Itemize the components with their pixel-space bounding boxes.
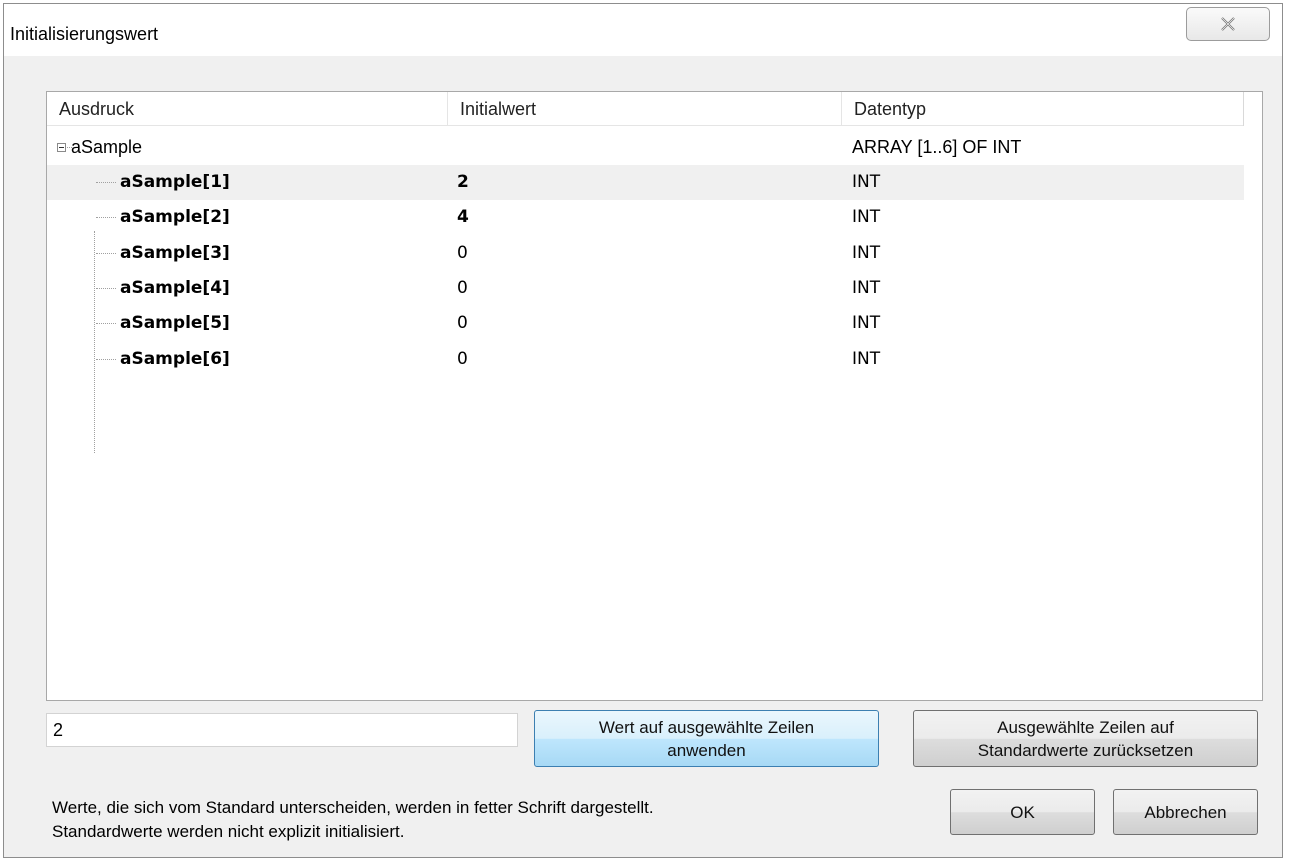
tree-connector [96, 182, 116, 183]
row-value: 0 [457, 313, 468, 333]
tree-row[interactable]: aSample[2] 4 INT [47, 200, 1244, 235]
close-button[interactable] [1186, 7, 1270, 41]
row-type: INT [852, 172, 881, 192]
cancel-button[interactable]: Abbrechen [1113, 789, 1258, 835]
tree-row-root[interactable]: aSample ARRAY [1..6] OF INT [47, 130, 1244, 165]
row-type: INT [852, 243, 881, 263]
dialog-title: Initialisierungswert [10, 24, 159, 44]
hint-line2: Standardwerte werden nicht explizit init… [52, 822, 405, 841]
reset-selected-rows-button[interactable]: Ausgewählte Zeilen auf Standardwerte zur… [913, 710, 1258, 767]
tree-header: Ausdruck Initialwert Datentyp [47, 92, 1244, 126]
column-header-expression[interactable]: Ausdruck [47, 92, 448, 126]
tree-connector [96, 288, 116, 289]
row-name: aSample [71, 137, 143, 157]
column-header-data-type[interactable]: Datentyp [842, 92, 1244, 126]
row-name: aSample[3] [120, 243, 230, 263]
apply-label-line1: Wert auf ausgewählte Zeilen [598, 717, 815, 737]
row-name: aSample[4] [120, 278, 230, 298]
reset-label-line2: Standardwerte zurücksetzen [977, 740, 1194, 760]
initial-value-tree[interactable]: Ausdruck Initialwert Datentyp aSample AR… [46, 91, 1263, 701]
tree-row[interactable]: aSample[1] 2 INT [47, 165, 1244, 200]
tree-row[interactable]: aSample[6] 0 INT [47, 342, 1244, 377]
hint-text: Werte, die sich vom Standard unterscheid… [52, 796, 654, 844]
collapse-icon[interactable] [57, 143, 66, 152]
row-name: aSample[1] [120, 172, 230, 192]
dialog-window: Initialisierungswert Ausdruck Initialwer… [3, 3, 1283, 858]
tree-row[interactable]: aSample[5] 0 INT [47, 306, 1244, 341]
column-header-initial-value[interactable]: Initialwert [448, 92, 842, 126]
row-type: INT [852, 278, 881, 298]
tree-row[interactable]: aSample[3] 0 INT [47, 236, 1244, 271]
row-value: 0 [457, 278, 468, 298]
row-name: aSample[5] [120, 313, 230, 333]
tree-connector [96, 323, 116, 324]
tree-connector [96, 217, 116, 218]
apply-label-line2: anwenden [667, 740, 746, 760]
tree-connector [96, 359, 116, 360]
title-bar: Initialisierungswert [4, 4, 1282, 56]
row-value: 2 [457, 172, 469, 192]
row-name: aSample[6] [120, 349, 230, 369]
row-type: ARRAY [1..6] OF INT [852, 137, 1022, 157]
row-value: 0 [457, 349, 468, 369]
reset-label-line1: Ausgewählte Zeilen auf [997, 717, 1174, 737]
close-icon [1221, 17, 1235, 31]
row-type: INT [852, 349, 881, 369]
value-input[interactable]: 2 [46, 713, 518, 747]
row-name: aSample[2] [120, 207, 230, 227]
ok-button[interactable]: OK [950, 789, 1095, 835]
row-type: INT [852, 207, 881, 227]
tree-connector [96, 253, 116, 254]
row-value: 0 [457, 243, 468, 263]
row-type: INT [852, 313, 881, 333]
tree-row[interactable]: aSample[4] 0 INT [47, 271, 1244, 306]
hint-line1: Werte, die sich vom Standard unterscheid… [52, 798, 654, 817]
row-value: 4 [457, 207, 469, 227]
apply-to-selected-rows-button[interactable]: Wert auf ausgewählte Zeilen anwenden [534, 710, 879, 767]
